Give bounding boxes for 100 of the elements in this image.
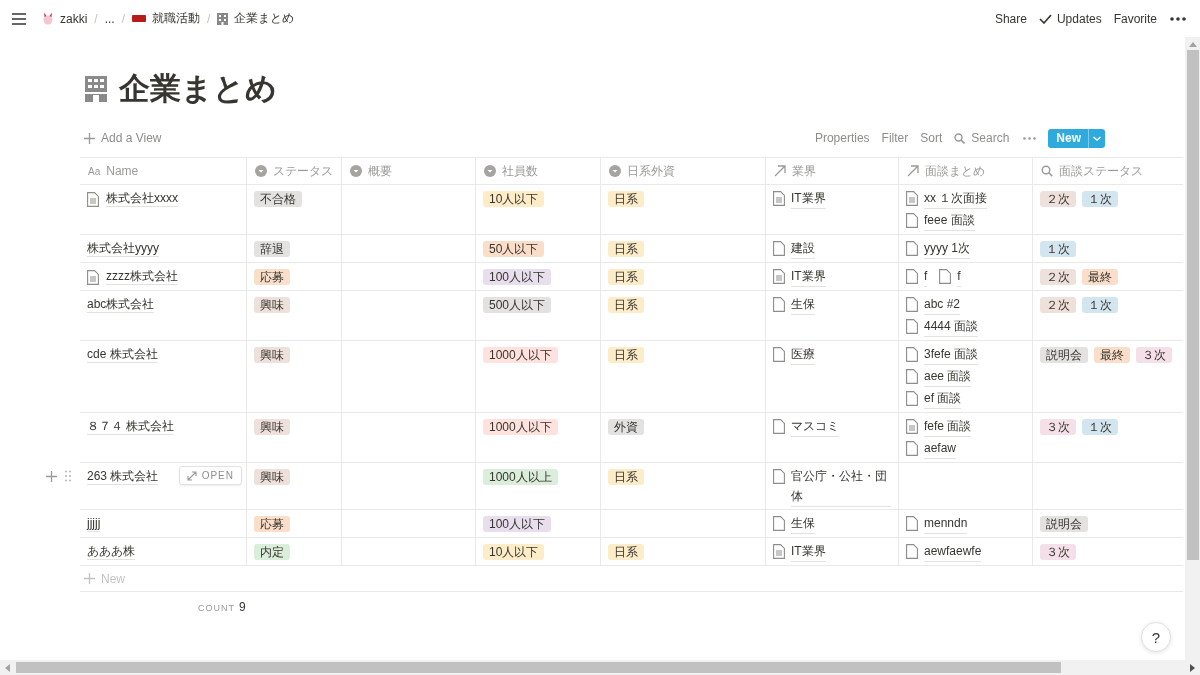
add-view-button[interactable]: Add a View: [80, 131, 168, 145]
document-icon: [773, 347, 785, 362]
building-icon: [85, 76, 107, 102]
page-link[interactable]: aefaw: [906, 438, 957, 460]
size-tag: 1000人以下: [483, 347, 558, 363]
row-title[interactable]: jjjjj: [87, 513, 101, 535]
size-tag: 100人以下: [483, 269, 552, 285]
size-tag: 500人以下: [483, 297, 552, 313]
row-title[interactable]: 株式会社xxxx: [87, 188, 178, 210]
top-bar-button[interactable]: Share: [989, 11, 1032, 26]
page-link[interactable]: 3fefe 面談: [906, 344, 979, 366]
page-link[interactable]: IT業界: [773, 541, 826, 563]
toolbar-button[interactable]: Filter: [875, 131, 915, 145]
document-icon: [939, 269, 952, 284]
size-tag: 100人以下: [483, 516, 552, 532]
row-title[interactable]: abc株式会社: [87, 294, 155, 316]
top-bar-button[interactable]: Favorite: [1108, 11, 1162, 26]
status-tag: 興味: [254, 419, 290, 435]
document-icon: [773, 419, 785, 434]
page-link[interactable]: IT業界: [773, 266, 826, 288]
breadcrumb-link[interactable]: 企業まとめ: [217, 10, 295, 27]
row-title[interactable]: あああ株: [87, 541, 135, 563]
expand-icon: [186, 470, 197, 481]
interview-status-tag: １次: [1082, 297, 1118, 313]
page-link[interactable]: 建設: [773, 238, 815, 260]
interview-status-tag: １次: [1040, 241, 1076, 257]
building-icon: [217, 12, 229, 25]
document-icon: [87, 269, 99, 285]
page-link[interactable]: f: [906, 266, 928, 288]
page-link[interactable]: menndn: [906, 513, 968, 535]
document-icon: [906, 241, 918, 256]
page-link[interactable]: yyyy 1次: [906, 238, 970, 260]
breadcrumb-link[interactable]: ...: [104, 11, 115, 26]
page-title: 企業まとめ: [119, 70, 277, 108]
page-link[interactable]: 医療: [773, 344, 815, 366]
row-title[interactable]: 263 株式会社: [87, 466, 159, 488]
breadcrumb-link[interactable]: zakki: [42, 11, 88, 26]
scroll-up-icon[interactable]: [1188, 42, 1197, 47]
page-link[interactable]: fefe 面談: [906, 416, 972, 438]
row-title[interactable]: ８７４ 株式会社: [87, 416, 175, 438]
document-icon: [773, 516, 785, 531]
interview-status-tag: ２次: [1040, 191, 1076, 207]
scroll-left-icon[interactable]: [5, 663, 10, 672]
row-title[interactable]: cde 株式会社: [87, 344, 158, 366]
vertical-scrollbar[interactable]: [1185, 37, 1200, 660]
document-icon: [773, 544, 785, 559]
document-icon: [906, 369, 918, 384]
row-title[interactable]: 株式会社yyyy: [87, 238, 159, 260]
origin-tag: 日系: [608, 269, 644, 285]
top-bar-button[interactable]: Updates: [1033, 11, 1107, 26]
select-property-icon: [255, 165, 267, 177]
breadcrumb-separator: /: [207, 11, 211, 26]
interview-status-tag: ２次: [1040, 269, 1076, 285]
select-property-icon: [484, 165, 496, 177]
more-icon[interactable]: [1170, 16, 1186, 21]
page-link[interactable]: f: [939, 266, 961, 288]
page-link[interactable]: aewfaewfe: [906, 541, 982, 563]
plus-icon: [84, 573, 95, 584]
status-tag: 不合格: [254, 191, 302, 207]
document-icon: [906, 269, 918, 284]
interview-status-tag: 説明会: [1040, 516, 1088, 532]
menu-icon[interactable]: [12, 12, 26, 25]
search-icon: [1041, 165, 1053, 177]
breadcrumb-link[interactable]: 就職活動: [132, 10, 201, 27]
document-icon: [906, 544, 918, 559]
interview-status-tag: １次: [1082, 191, 1118, 207]
document-icon: [906, 213, 918, 228]
horizontal-scrollbar[interactable]: [0, 660, 1200, 675]
help-button[interactable]: ?: [1141, 622, 1171, 652]
page-link[interactable]: マスコミ: [773, 416, 839, 438]
drag-handle-icon[interactable]: [65, 470, 71, 482]
page-link[interactable]: abc #2: [906, 294, 961, 316]
page-link[interactable]: aee 面談: [906, 366, 972, 388]
interview-status-tag: 最終: [1094, 347, 1130, 363]
interview-status-tag: 最終: [1082, 269, 1118, 285]
interview-status-tag: 説明会: [1040, 347, 1088, 363]
origin-tag: 日系: [608, 241, 644, 257]
search-icon: [954, 132, 966, 144]
arrow-icon: [907, 165, 919, 177]
add-row-icon[interactable]: [46, 471, 57, 482]
page-link[interactable]: 生保: [773, 513, 815, 535]
scroll-right-icon[interactable]: [1190, 663, 1195, 672]
avatar-icon: [42, 11, 54, 26]
status-tag: 興味: [254, 297, 290, 313]
interview-status-tag: ３次: [1040, 419, 1076, 435]
page-link[interactable]: IT業界: [773, 188, 826, 210]
page-link[interactable]: 生保: [773, 294, 815, 316]
page-link[interactable]: 4444 面談: [906, 316, 979, 338]
interview-status-tag: ２次: [1040, 297, 1076, 313]
arrow-icon: [774, 165, 786, 177]
page-link[interactable]: ef 面談: [906, 388, 962, 410]
interview-status-tag: ３次: [1040, 544, 1076, 560]
row-title[interactable]: zzzz株式会社: [87, 266, 178, 288]
size-tag: 1000人以上: [483, 469, 558, 485]
status-tag: 内定: [254, 544, 290, 560]
document-icon: [773, 269, 785, 284]
page-link[interactable]: xx １次面接: [906, 188, 988, 210]
interview-status-tag: ３次: [1136, 347, 1172, 363]
page-link[interactable]: 官公庁・公社・団体: [773, 466, 891, 507]
page-link[interactable]: feee 面談: [906, 210, 975, 232]
